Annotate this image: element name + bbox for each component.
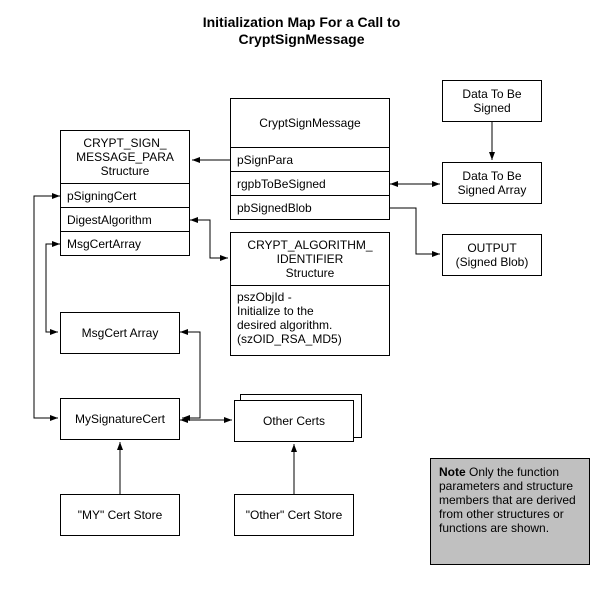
data-to-be-signed-array-box: Data To Be Signed Array [442,162,542,204]
cryptsignmessage-row-rgpbtobesigned: rgpbToBeSigned [230,172,390,196]
title-line-2: CryptSignMessage [238,31,364,47]
my-cert-store-box: "MY" Cert Store [60,494,180,536]
msgcert-array-box: MsgCert Array [60,312,180,354]
crypt-sign-para-row-msgcertarray: MsgCertArray [60,232,190,256]
title-line-1: Initialization Map For a Call to [203,14,401,30]
diagram-title: Initialization Map For a Call to CryptSi… [0,14,603,48]
cryptsignmessage-row-pbsignedblob: pbSignedBlob [230,196,390,220]
note-box: Note Only the function parameters and st… [430,458,590,565]
crypt-alg-body: pszObjId - Initialize to the desired alg… [230,286,390,356]
crypt-sign-para-row-digestalgorithm: DigestAlgorithm [60,208,190,232]
crypt-alg-header: CRYPT_ALGORITHM_ IDENTIFIER Structure [230,232,390,286]
diagram-canvas: Initialization Map For a Call to CryptSi… [0,0,603,592]
cryptsignmessage-row-psignpara: pSignPara [230,148,390,172]
note-label: Note [439,465,466,479]
other-cert-store-box: "Other" Cert Store [234,494,354,536]
cryptsignmessage-header: CryptSignMessage [230,98,390,148]
output-signed-blob-box: OUTPUT (Signed Blob) [442,234,542,276]
crypt-sign-para-row-psigningcert: pSigningCert [60,184,190,208]
mysignaturecert-box: MySignatureCert [60,398,180,440]
data-to-be-signed-box: Data To Be Signed [442,80,542,122]
crypt-sign-para-header: CRYPT_SIGN_ MESSAGE_PARA Structure [60,130,190,184]
other-certs-box: Other Certs [234,400,354,442]
